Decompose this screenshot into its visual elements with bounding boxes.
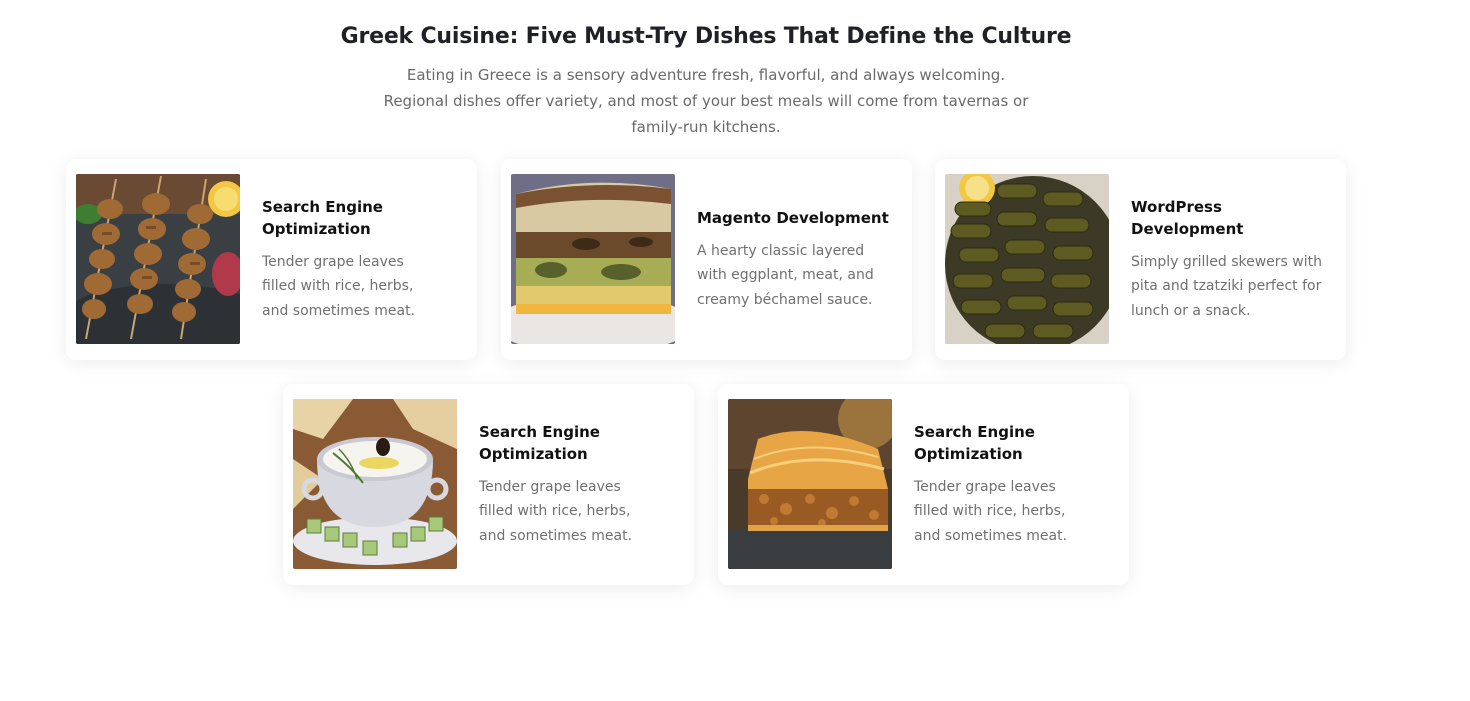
dish-card-1[interactable]: Search Engine Optimization Tender grape … bbox=[66, 159, 477, 360]
dish-card-4[interactable]: Search Engine Optimization Tender grape … bbox=[283, 384, 694, 585]
moussaka-photo bbox=[511, 174, 675, 344]
card-description: Tender grape leaves filled with rice, he… bbox=[479, 478, 633, 544]
dish-card-2[interactable]: Magento Development A hearty classic lay… bbox=[501, 159, 912, 360]
card-title[interactable]: WordPress Development bbox=[1131, 196, 1332, 240]
card-description: A hearty classic layered with eggplant, … bbox=[697, 242, 874, 308]
dish-card-5[interactable]: Search Engine Optimization Tender grape … bbox=[718, 384, 1129, 585]
tzatziki-photo bbox=[293, 399, 457, 569]
card-title[interactable]: Magento Development bbox=[697, 207, 898, 229]
card-body: Search Engine Optimization Tender grape … bbox=[914, 384, 1115, 585]
souvlaki-skewers-photo bbox=[76, 174, 240, 344]
card-description: Tender grape leaves filled with rice, he… bbox=[262, 253, 416, 319]
card-body: WordPress Development Simply grilled ske… bbox=[1131, 159, 1332, 360]
card-description: Simply grilled skewers with pita and tza… bbox=[1131, 253, 1322, 319]
page-title: Greek Cuisine: Five Must-Try Dishes That… bbox=[340, 24, 1072, 49]
card-title[interactable]: Search Engine Optimization bbox=[262, 196, 442, 240]
card-body: Magento Development A hearty classic lay… bbox=[697, 159, 898, 360]
baklava-photo bbox=[728, 399, 892, 569]
card-body: Search Engine Optimization Tender grape … bbox=[262, 159, 463, 360]
card-title[interactable]: Search Engine Optimization bbox=[479, 421, 659, 465]
card-body: Search Engine Optimization Tender grape … bbox=[479, 384, 680, 585]
intro-text: Eating in Greece is a sensory adventure … bbox=[383, 66, 1029, 136]
card-description: Tender grape leaves filled with rice, he… bbox=[914, 478, 1068, 544]
dish-card-3[interactable]: WordPress Development Simply grilled ske… bbox=[935, 159, 1346, 360]
card-title[interactable]: Search Engine Optimization bbox=[914, 421, 1094, 465]
dolmades-photo bbox=[945, 174, 1109, 344]
